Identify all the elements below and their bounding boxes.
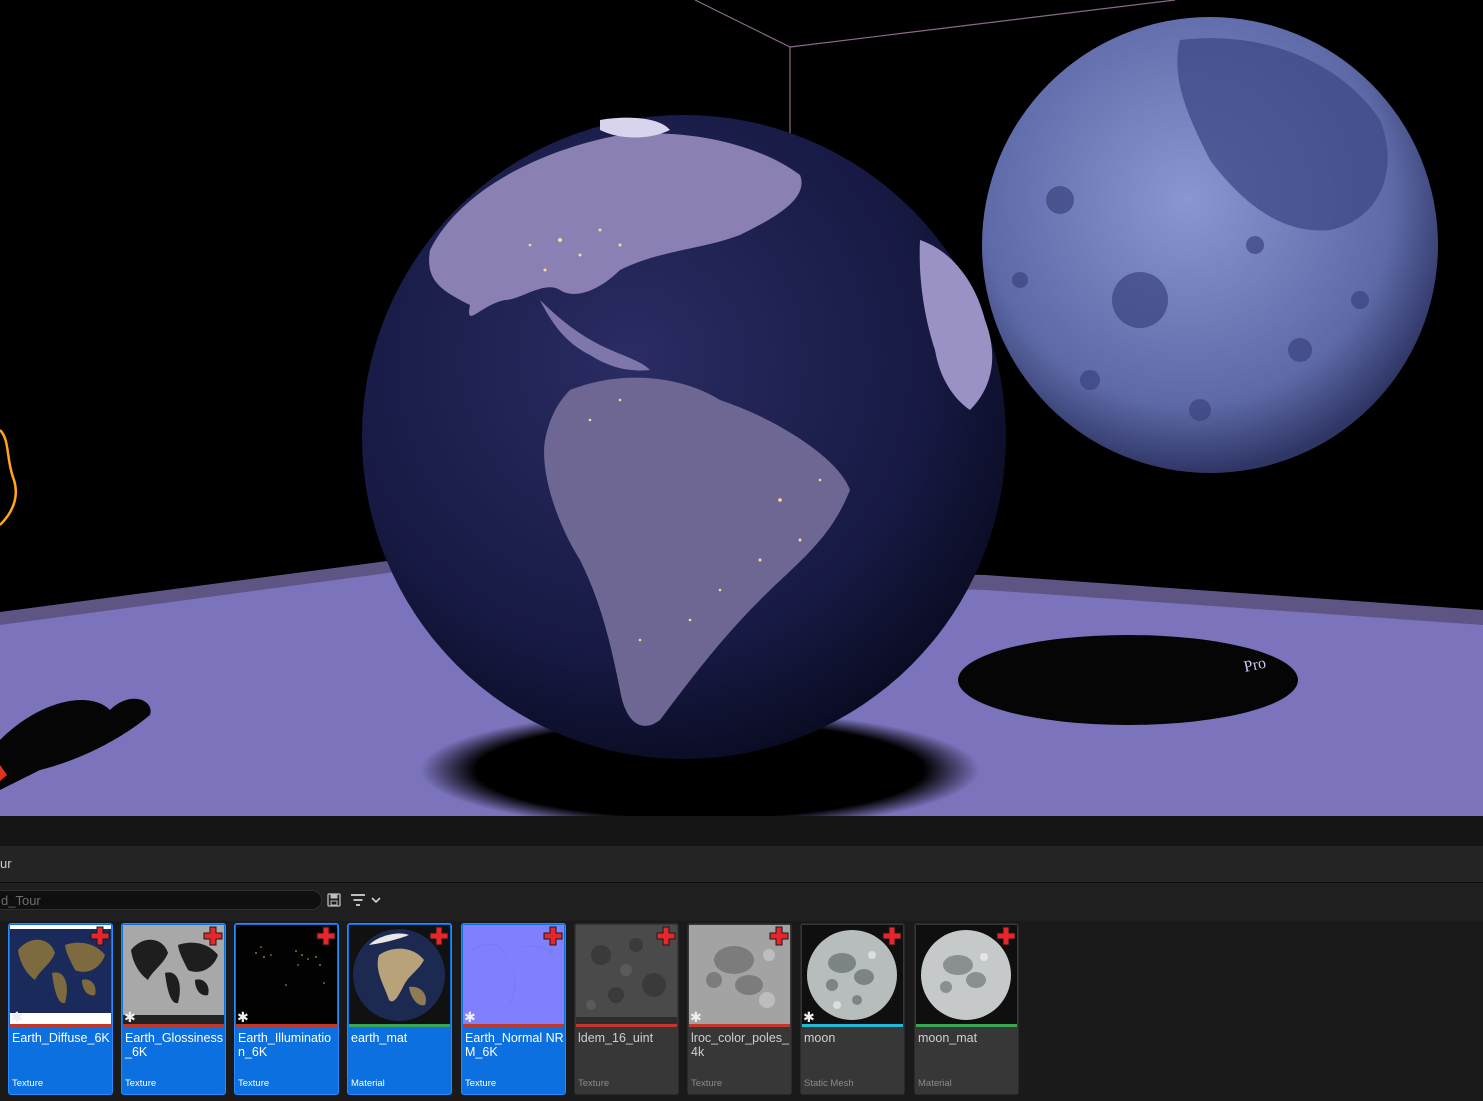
dirty-star-icon: ✱ xyxy=(237,1009,249,1025)
dirty-star-icon: ✱ xyxy=(690,1009,702,1025)
add-plus-icon[interactable] xyxy=(996,926,1016,946)
asset-tile[interactable]: earth_mat Material xyxy=(347,923,452,1095)
breadcrumb: ur xyxy=(0,846,1483,883)
save-search-icon[interactable] xyxy=(327,893,341,907)
dirty-star-icon: ✱ xyxy=(124,1009,136,1025)
asset-type: Static Mesh xyxy=(804,1078,854,1089)
asset-name: earth_mat xyxy=(351,1031,408,1045)
asset-tile[interactable]: ✱ Earth_Illumination_6K Texture xyxy=(234,923,339,1095)
asset-tile[interactable]: ✱ Earth_Glossiness_6K Texture xyxy=(121,923,226,1095)
moon-shadow xyxy=(958,635,1298,725)
asset-name: moon_mat xyxy=(918,1031,978,1045)
asset-type-bar xyxy=(576,1024,677,1027)
asset-tile[interactable]: ✱ Earth_Diffuse_6K Texture xyxy=(8,923,113,1095)
asset-type-bar xyxy=(349,1024,450,1027)
add-plus-icon[interactable] xyxy=(656,926,676,946)
dirty-star-icon: ✱ xyxy=(11,1009,23,1025)
dirty-star-icon: ✱ xyxy=(464,1009,476,1025)
asset-tile[interactable]: ✱ Earth_Normal NRM_6K Texture xyxy=(461,923,566,1095)
asset-type: Material xyxy=(918,1078,952,1089)
asset-name: lroc_color_poles_4k xyxy=(691,1031,789,1059)
add-plus-icon[interactable] xyxy=(90,926,110,946)
add-plus-icon[interactable] xyxy=(316,926,336,946)
asset-type: Texture xyxy=(691,1078,723,1089)
asset-name: Earth_Illumination_6K xyxy=(238,1031,332,1059)
asset-tile[interactable]: ✱ lroc_color_poles_4k Texture xyxy=(687,923,792,1095)
bounds-line xyxy=(694,0,791,48)
level-viewport[interactable]: Pro xyxy=(0,0,1483,816)
dirty-star-icon: ✱ xyxy=(803,1009,815,1025)
asset-type: Texture xyxy=(465,1078,497,1089)
asset-type: Texture xyxy=(125,1078,157,1089)
add-plus-icon[interactable] xyxy=(543,926,563,946)
asset-type-bar xyxy=(802,1024,903,1027)
asset-type: Texture xyxy=(12,1078,44,1089)
asset-name: ldem_16_uint xyxy=(578,1031,654,1045)
asset-tile[interactable]: ✱ moon Static Mesh xyxy=(800,923,905,1095)
asset-name: Earth_Normal NRM_6K xyxy=(465,1031,564,1059)
asset-type: Texture xyxy=(238,1078,270,1089)
selected-actor-outline[interactable] xyxy=(0,429,17,526)
asset-type: Material xyxy=(351,1078,385,1089)
asset-type-bar xyxy=(689,1024,790,1027)
add-plus-icon[interactable] xyxy=(203,926,223,946)
asset-name: Earth_Diffuse_6K xyxy=(12,1031,110,1045)
content-browser: ur d_Tour ✱ Earth_Diffuse_6K Texture ✱ Earth… xyxy=(0,816,1483,1101)
asset-tile[interactable]: moon_mat Material xyxy=(914,923,1019,1095)
asset-grid: ✱ Earth_Diffuse_6K Texture ✱ Earth_Glossines… xyxy=(0,921,1483,1101)
asset-type-bar xyxy=(463,1024,564,1027)
add-plus-icon[interactable] xyxy=(769,926,789,946)
asset-name: Earth_Glossiness_6K xyxy=(125,1031,223,1059)
asset-type: Texture xyxy=(578,1078,610,1089)
asset-type-bar xyxy=(10,1024,111,1027)
search-input[interactable]: d_Tour xyxy=(0,890,322,910)
filter-icon[interactable] xyxy=(350,892,384,908)
search-row: d_Tour xyxy=(0,883,1483,921)
breadcrumb-path[interactable]: ur xyxy=(0,856,12,871)
asset-tile[interactable]: ldem_16_uint Texture xyxy=(574,923,679,1095)
asset-type-bar xyxy=(916,1024,1017,1027)
add-plus-icon[interactable] xyxy=(882,926,902,946)
panel-tab-strip xyxy=(0,816,1483,847)
add-plus-icon[interactable] xyxy=(429,926,449,946)
viewport-scene[interactable]: Pro xyxy=(0,0,1483,816)
asset-type-bar xyxy=(123,1024,224,1027)
asset-name: moon xyxy=(804,1031,836,1045)
asset-type-bar xyxy=(236,1024,337,1027)
